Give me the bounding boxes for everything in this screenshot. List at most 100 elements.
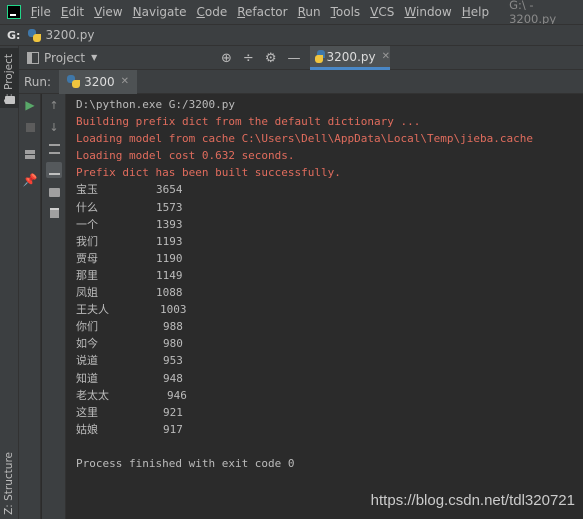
run-tab-label: 3200	[84, 74, 115, 89]
menu-tools[interactable]: Tools	[331, 5, 361, 19]
word-count-list: 宝玉 3654 什么 1573 一个 1393 我们 1193 贾母 1190 那里 1149 凤姐 10…	[76, 181, 583, 437]
menu-label-rest: ode	[204, 5, 228, 19]
word: 你们	[76, 320, 98, 334]
word-count: 1088	[156, 286, 183, 300]
menu-refactor[interactable]: Refactor	[237, 5, 287, 19]
word-count: 1190	[156, 251, 183, 265]
word-count: 948	[163, 371, 183, 385]
word: 王夫人	[76, 303, 109, 317]
menu-mnemonic: V	[94, 5, 103, 19]
word: 我们	[76, 234, 98, 248]
list-item: 如今 980	[76, 335, 583, 352]
gear-icon[interactable]: ⚙	[265, 51, 277, 66]
list-item: 老太太 946	[76, 387, 583, 404]
list-item: 什么 1573	[76, 199, 583, 216]
console-messages: Building prefix dict from the default di…	[76, 113, 583, 181]
menu-label-rest: un	[305, 5, 321, 19]
menu-run[interactable]: Run	[298, 5, 321, 19]
close-icon[interactable]: ✕	[121, 76, 129, 87]
console-finish: Process finished with exit code 0	[76, 456, 295, 470]
word: 贾母	[76, 251, 98, 265]
menu-navigate[interactable]: Navigate	[133, 5, 187, 19]
python-file-icon	[28, 28, 42, 42]
nav-file-label: 3200.py	[45, 28, 95, 42]
navigation-bar: G: 3200.py	[0, 24, 583, 46]
structure-tool-label[interactable]: Z: Structure	[3, 452, 15, 515]
scroll-to-end-button[interactable]	[46, 162, 62, 178]
word: 凤姐	[76, 286, 98, 300]
play-icon: ▶	[25, 98, 35, 112]
run-tab[interactable]: 3200 ✕	[59, 69, 137, 94]
console-message: Prefix dict has been built successfully.	[76, 166, 341, 180]
list-item: 一个 1393	[76, 216, 583, 233]
menu-mnemonic: N	[132, 5, 142, 19]
console-message: Loading model from cache C:\Users\Dell\A…	[76, 132, 533, 146]
word-count: 1149	[156, 268, 183, 282]
close-icon[interactable]: ✕	[382, 51, 390, 62]
soft-wrap-button[interactable]	[46, 141, 62, 157]
pin-button[interactable]: 📌	[22, 172, 38, 188]
layout-button[interactable]	[22, 146, 38, 162]
chevron-down-icon[interactable]: ▼	[91, 53, 97, 62]
list-item: 贾母 1190	[76, 250, 583, 267]
menu-label-rest: elp	[470, 5, 490, 19]
console-output[interactable]: D:\python.exe G:/3200.py Building prefix…	[67, 94, 583, 519]
word-count: 1193	[156, 234, 183, 248]
menu-label-rest: dit	[68, 5, 85, 19]
menu-help[interactable]: Help	[462, 5, 489, 19]
menu-view[interactable]: View	[94, 5, 122, 19]
left-tool-strip: 1: Project Z: Structure	[0, 46, 19, 519]
list-item: 宝玉 3654	[76, 181, 583, 198]
word: 说道	[76, 354, 98, 368]
menu-label-rest: ools	[335, 5, 361, 19]
stop-icon	[25, 122, 35, 132]
console-message: Building prefix dict from the default di…	[76, 115, 421, 129]
menu-code[interactable]: Code	[196, 5, 227, 19]
project-dropdown-label[interactable]: Project	[44, 51, 85, 65]
list-item: 姑娘 917	[76, 421, 583, 438]
menu-file[interactable]: File	[31, 5, 51, 19]
collapse-icon[interactable]: ÷	[243, 51, 254, 66]
nav-drive[interactable]: G:	[7, 29, 20, 42]
python-file-icon	[314, 50, 325, 63]
list-item: 凤姐 1088	[76, 284, 583, 301]
word: 什么	[76, 200, 98, 214]
nav-file[interactable]: 3200.py	[28, 28, 95, 42]
clear-button[interactable]	[46, 205, 62, 221]
minimize-icon[interactable]: —	[287, 51, 300, 66]
menu-mnemonic: C	[196, 5, 205, 19]
scroll-up-button[interactable]: ↑	[46, 97, 62, 113]
list-item: 这里 921	[76, 404, 583, 421]
print-button[interactable]	[46, 184, 62, 200]
menu-mnemonic: W	[404, 5, 416, 19]
trash-icon	[49, 208, 59, 218]
menu-window[interactable]: Window	[404, 5, 451, 19]
menu-mnemonic: H	[461, 5, 471, 19]
menu-edit[interactable]: Edit	[61, 5, 84, 19]
editor-tab[interactable]: 3200.py ✕	[310, 46, 390, 70]
window-title: G:\ - 3200.py	[509, 0, 557, 26]
print-icon	[48, 187, 60, 197]
rerun-button[interactable]: ▶	[22, 97, 38, 113]
console-message: Loading model cost 0.632 seconds.	[76, 149, 295, 163]
menu-label-rest: indow	[416, 5, 452, 19]
console-command: D:\python.exe G:/3200.py	[76, 98, 235, 111]
word-count: 1003	[160, 303, 187, 317]
menu-label-rest: avigate	[141, 5, 187, 19]
word: 宝玉	[76, 183, 98, 197]
list-item: 你们 988	[76, 318, 583, 335]
menu-label-rest: iew	[102, 5, 123, 19]
pin-icon: 📌	[22, 173, 38, 187]
menu-mnemonic: R	[237, 5, 246, 19]
word-count: 988	[163, 320, 183, 334]
stop-button[interactable]	[22, 119, 38, 135]
editor-tab-label: 3200.py	[326, 49, 376, 64]
list-item: 知道 948	[76, 370, 583, 387]
run-label: Run:	[24, 74, 52, 89]
watermark: https://blog.csdn.net/tdl320721	[370, 492, 575, 509]
scroll-down-button[interactable]: ↓	[46, 119, 62, 135]
menu-items: File Edit View Navigate Code Refactor Run Tools…	[31, 5, 499, 19]
crosshair-icon[interactable]: ⊕	[221, 51, 232, 66]
menu-vcs[interactable]: VCS	[370, 5, 394, 19]
